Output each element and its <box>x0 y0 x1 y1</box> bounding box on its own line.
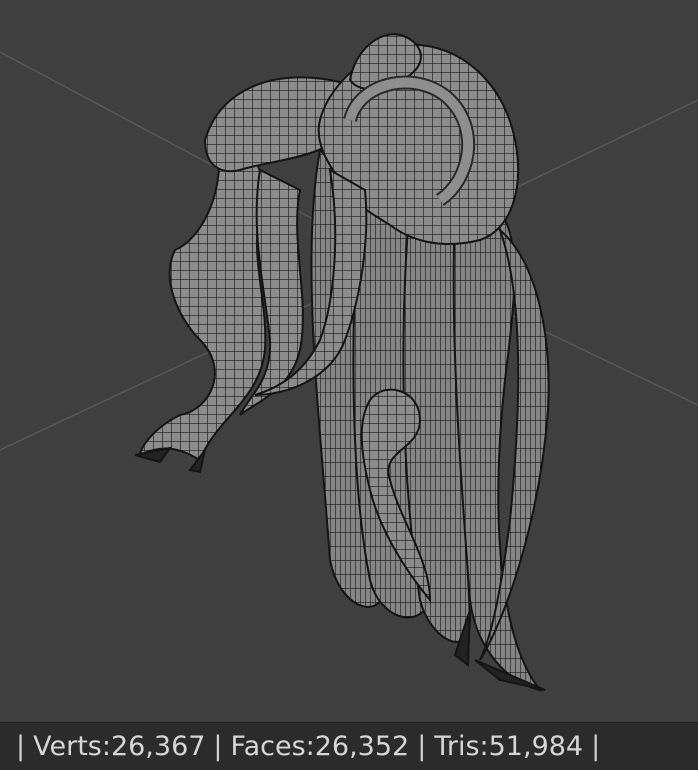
tris-count: Tris:51,984 <box>434 731 584 762</box>
verts-count: Verts:26,367 <box>33 731 206 762</box>
hair-mesh-wireframe <box>134 33 550 692</box>
status-separator: | <box>591 731 601 762</box>
status-separator: | <box>417 731 427 762</box>
status-separator: | <box>213 731 223 762</box>
faces-count: Faces:26,352 <box>230 731 410 762</box>
status-separator: | <box>16 731 26 762</box>
status-bar: | Verts:26,367 | Faces:26,352 | Tris:51,… <box>0 722 698 770</box>
3d-viewport[interactable] <box>0 0 698 722</box>
viewport-canvas[interactable] <box>0 0 698 722</box>
